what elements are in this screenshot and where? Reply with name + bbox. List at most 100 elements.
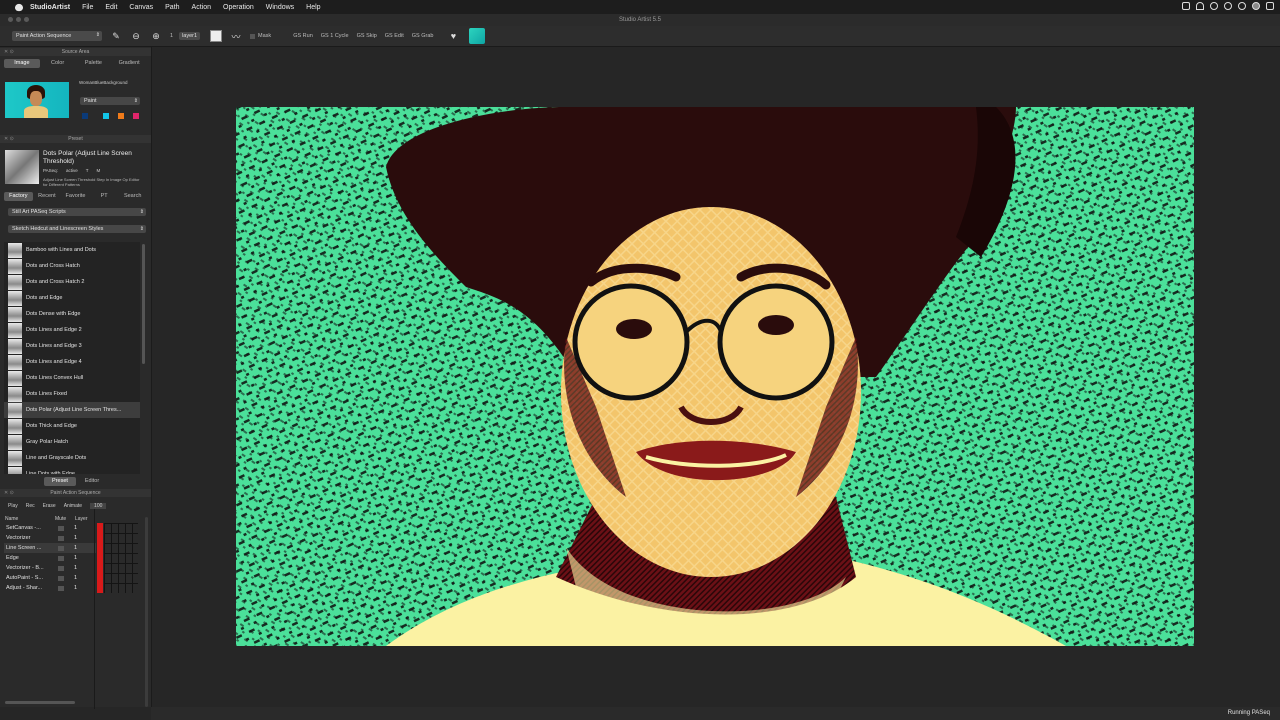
mute-checkbox[interactable] xyxy=(58,545,64,551)
close-panel-icon[interactable]: ✕ ⊙ xyxy=(4,489,14,497)
sequence-row[interactable]: Adjust - Shar... 1 xyxy=(4,583,96,593)
menu-file[interactable]: File xyxy=(82,4,93,11)
menu-help[interactable]: Help xyxy=(306,4,320,11)
source-image-thumbnail[interactable] xyxy=(5,82,69,118)
preset-list-item[interactable]: Dots Lines and Edge 4 xyxy=(4,354,140,370)
mask-checkbox[interactable] xyxy=(250,33,256,39)
zoom-window-icon[interactable] xyxy=(24,17,29,22)
mute-checkbox[interactable] xyxy=(58,555,64,561)
menu-canvas[interactable]: Canvas xyxy=(129,4,153,11)
paper-swatch[interactable] xyxy=(210,30,223,42)
menu-operation[interactable]: Operation xyxy=(223,4,254,11)
source-mode-select[interactable]: Paint xyxy=(80,97,140,105)
heart-icon[interactable]: ♥ xyxy=(447,30,459,42)
preset-list-item[interactable]: Dots and Cross Hatch xyxy=(4,258,140,274)
tab-editor[interactable]: Editor xyxy=(76,477,108,486)
tab-favorite[interactable]: Favorite xyxy=(61,192,90,201)
horizontal-scrollbar[interactable] xyxy=(5,701,75,704)
frames-input[interactable]: 100 xyxy=(90,503,107,509)
preset-list-item[interactable]: Line Dots with Edge xyxy=(4,466,140,474)
preset-list-item[interactable]: Dots Lines Fixed xyxy=(4,386,140,402)
sequence-row[interactable]: Vectorizer - B... 1 xyxy=(4,563,96,573)
menu-edit[interactable]: Edit xyxy=(105,4,117,11)
mute-checkbox[interactable] xyxy=(58,525,64,531)
preset-list-item[interactable]: Bamboo with Lines and Dots xyxy=(4,242,140,258)
tab-preset[interactable]: Preset xyxy=(44,477,76,486)
close-panel-icon[interactable]: ✕ ⊙ xyxy=(4,48,14,56)
gs-skip-button[interactable]: GS Skip xyxy=(357,33,377,39)
source-thumbnail-icon[interactable] xyxy=(469,28,486,44)
timeline-grid[interactable] xyxy=(104,523,138,593)
preset-list-scrollbar[interactable] xyxy=(142,244,145,364)
preset-list-item[interactable]: Dots Lines and Edge 2 xyxy=(4,322,140,338)
preset-item-thumbnail xyxy=(8,258,22,274)
canvas[interactable] xyxy=(236,107,1194,646)
wifi-icon[interactable] xyxy=(1196,2,1204,10)
window-title-bar: Studio Artist 5.5 xyxy=(0,14,1280,26)
preset-list-item[interactable]: Dots and Edge xyxy=(4,290,140,306)
zoom-in-icon[interactable]: ⊕ xyxy=(150,30,162,42)
swatch-navy[interactable] xyxy=(82,113,88,119)
tab-factory[interactable]: Factory xyxy=(4,192,33,201)
swatch-cyan[interactable] xyxy=(103,113,109,119)
sequence-row[interactable]: AutoPaint - S... 1 xyxy=(4,573,96,583)
preset-list-item[interactable]: Dots Thick and Edge xyxy=(4,418,140,434)
tab-pt[interactable]: PT xyxy=(90,192,119,201)
subcategory-select[interactable]: Sketch Hedcut and Linescreen Styles xyxy=(8,225,146,233)
screen-icon[interactable] xyxy=(1182,2,1190,10)
control-center-icon[interactable] xyxy=(1266,2,1274,10)
layer-select[interactable]: layer1 xyxy=(179,32,201,40)
pen-icon[interactable]: ✎ xyxy=(110,30,122,42)
rec-button[interactable]: Rec xyxy=(26,503,35,509)
preset-list-item[interactable]: Dots Polar (Adjust Line Screen Thres... xyxy=(4,402,140,418)
mute-checkbox[interactable] xyxy=(58,565,64,571)
minimize-window-icon[interactable] xyxy=(16,17,21,22)
category-select[interactable]: Still Art PASeq Scripts xyxy=(8,208,146,216)
preset-list-item[interactable]: Dots Lines Convex Hull xyxy=(4,370,140,386)
preset-list-item[interactable]: Dots Dense with Edge xyxy=(4,306,140,322)
preset-thumbnail xyxy=(5,150,39,184)
preset-list-item[interactable]: Dots and Cross Hatch 2 xyxy=(4,274,140,290)
tab-search[interactable]: Search xyxy=(118,192,147,201)
menu-path[interactable]: Path xyxy=(165,4,179,11)
preset-list-item[interactable]: Dots Lines and Edge 3 xyxy=(4,338,140,354)
close-panel-icon[interactable]: ✕ ⊙ xyxy=(4,135,14,143)
clock-icon[interactable] xyxy=(1210,2,1218,10)
erase-button[interactable]: Erase xyxy=(43,503,56,509)
mute-checkbox[interactable] xyxy=(58,585,64,591)
close-window-icon[interactable] xyxy=(8,17,13,22)
zoom-out-icon[interactable]: ⊖ xyxy=(130,30,142,42)
operation-select[interactable]: Paint Action Sequence xyxy=(12,31,102,41)
tab-image[interactable]: Image xyxy=(4,59,40,68)
menu-action[interactable]: Action xyxy=(192,4,211,11)
sequence-row[interactable]: Edge 1 xyxy=(4,553,96,563)
swatch-orange[interactable] xyxy=(118,113,124,119)
gs-run-button[interactable]: GS Run xyxy=(293,33,313,39)
play-button[interactable]: Play xyxy=(8,503,18,509)
sequence-row[interactable]: Vectorizer 1 xyxy=(4,533,96,543)
user-icon[interactable] xyxy=(1224,2,1232,10)
swatch-pink[interactable] xyxy=(133,113,139,119)
gs-1-cycle-button[interactable]: GS 1 Cycle xyxy=(321,33,349,39)
mute-checkbox[interactable] xyxy=(58,535,64,541)
gs-edit-button[interactable]: GS Edit xyxy=(385,33,404,39)
sequence-row[interactable]: Line Screen ... 1 xyxy=(4,543,96,553)
preset-list-item[interactable]: Line and Grayscale Dots xyxy=(4,450,140,466)
tab-color[interactable]: Color xyxy=(40,59,76,68)
tab-gradient[interactable]: Gradient xyxy=(111,59,147,68)
brush-icon[interactable]: 〰 xyxy=(230,30,242,42)
app-menu[interactable]: StudioArtist xyxy=(30,4,70,11)
preset-editor-tabs: Preset Editor xyxy=(44,477,108,486)
search-icon[interactable] xyxy=(1238,2,1246,10)
mute-checkbox[interactable] xyxy=(58,575,64,581)
menu-windows[interactable]: Windows xyxy=(266,4,294,11)
preset-list-item[interactable]: Gray Polar Hatch xyxy=(4,434,140,450)
sequence-scrollbar[interactable] xyxy=(145,517,148,707)
tab-palette[interactable]: Palette xyxy=(76,59,112,68)
siri-icon[interactable] xyxy=(1252,2,1260,10)
tab-recent[interactable]: Recent xyxy=(33,192,62,201)
sequence-row[interactable]: SetCanvas -... 1 xyxy=(4,523,96,533)
animate-button[interactable]: Animate xyxy=(64,503,82,509)
gs-grab-button[interactable]: GS Grab xyxy=(412,33,434,39)
apple-icon[interactable] xyxy=(15,3,23,11)
